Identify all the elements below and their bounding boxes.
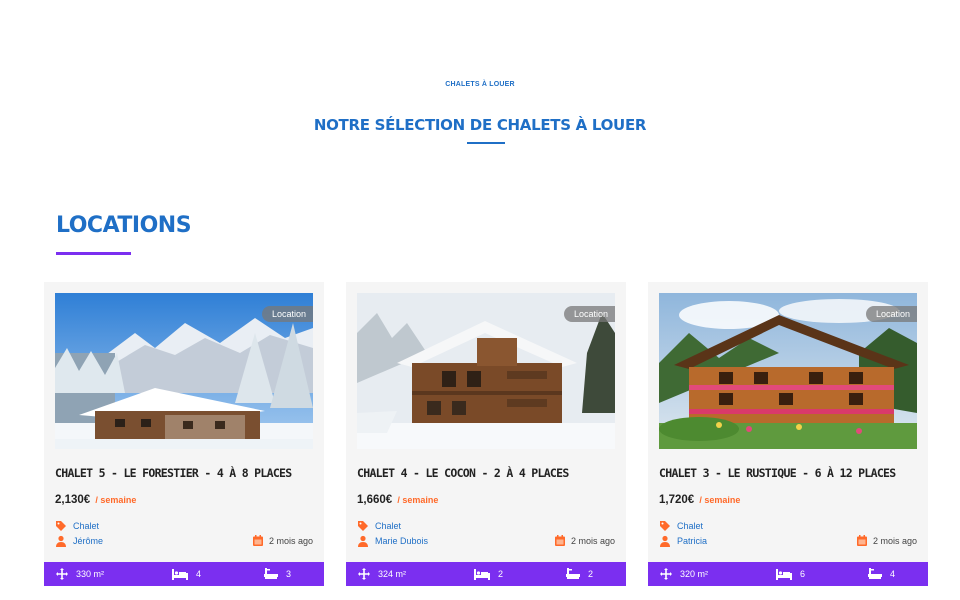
- stats-bar: 330 m² 4 3: [44, 562, 324, 586]
- snowy-chalet-photo[interactable]: Location: [55, 293, 313, 449]
- tag-icon: [357, 520, 369, 532]
- beds-stat: 6: [776, 562, 805, 586]
- baths-value: 2: [588, 569, 594, 579]
- beds-stat: 2: [474, 562, 503, 586]
- calendar-icon: [856, 535, 867, 546]
- bathtub-icon: [868, 568, 882, 580]
- baths-value: 4: [890, 569, 896, 579]
- listing-title[interactable]: CHALET 3 - LE RUSTIQUE - 6 À 12 PLACES: [659, 466, 921, 480]
- area-stat: 320 m²: [660, 562, 708, 586]
- move-arrows-icon: [358, 568, 370, 580]
- category-link[interactable]: Chalet: [659, 520, 703, 532]
- calendar-icon: [252, 535, 263, 546]
- area-stat: 324 m²: [358, 562, 406, 586]
- listing-type-badge: Location: [261, 306, 313, 322]
- title-divider: [467, 142, 505, 144]
- category-label: Chalet: [73, 521, 100, 531]
- listing-card[interactable]: Location CHALET 4 - LE COCON - 2 À 4 PLA…: [346, 282, 626, 586]
- price-amount: 2,130€: [55, 494, 91, 506]
- price: 1,720€ / semaine: [659, 494, 740, 506]
- price-period: / semaine: [397, 495, 439, 505]
- post-date: 2 mois ago: [856, 535, 917, 546]
- beds-value: 4: [196, 569, 202, 579]
- user-icon: [55, 535, 67, 547]
- price-amount: 1,660€: [357, 494, 393, 506]
- post-date: 2 mois ago: [554, 535, 615, 546]
- area-value: 330 m²: [76, 569, 105, 579]
- eyebrow-label: CHALETS À LOUER: [445, 81, 515, 88]
- bed-icon: [474, 568, 490, 580]
- category-label: Chalet: [375, 521, 402, 531]
- price: 2,130€ / semaine: [55, 494, 136, 506]
- summer-chalet-flowers-photo[interactable]: Location: [659, 293, 917, 449]
- baths-stat: 3: [264, 562, 291, 586]
- author-link[interactable]: Jérôme: [55, 535, 103, 547]
- author-name: Marie Dubois: [375, 536, 429, 546]
- date-label: 2 mois ago: [872, 535, 917, 546]
- stats-bar: 324 m² 2 2: [346, 562, 626, 586]
- move-arrows-icon: [56, 568, 68, 580]
- stats-bar: 320 m² 6 4: [648, 562, 928, 586]
- section-title: LOCATIONS: [56, 213, 192, 238]
- section-divider: [56, 252, 131, 255]
- listing-card[interactable]: Location CHALET 3 - LE RUSTIQUE - 6 À 12…: [648, 282, 928, 586]
- beds-stat: 4: [172, 562, 201, 586]
- category-link[interactable]: Chalet: [55, 520, 99, 532]
- baths-stat: 4: [868, 562, 895, 586]
- listing-title[interactable]: CHALET 5 - LE FORESTIER - 4 À 8 PLACES: [55, 466, 317, 480]
- listing-title[interactable]: CHALET 4 - LE COCON - 2 À 4 PLACES: [357, 466, 619, 480]
- bed-icon: [776, 568, 792, 580]
- bathtub-icon: [264, 568, 278, 580]
- user-icon: [659, 535, 671, 547]
- bed-icon: [172, 568, 188, 580]
- wooden-chalet-winter-photo[interactable]: Location: [357, 293, 615, 449]
- user-icon: [357, 535, 369, 547]
- bathtub-icon: [566, 568, 580, 580]
- date-label: 2 mois ago: [268, 535, 313, 546]
- category-label: Chalet: [677, 521, 704, 531]
- area-value: 320 m²: [680, 569, 709, 579]
- listing-type-badge: Location: [865, 306, 917, 322]
- listing-card[interactable]: Location CHALET 5 - LE FORESTIER - 4 À 8…: [44, 282, 324, 586]
- move-arrows-icon: [660, 568, 672, 580]
- beds-value: 2: [498, 569, 504, 579]
- author-name: Jérôme: [73, 536, 104, 546]
- baths-value: 3: [286, 569, 292, 579]
- baths-stat: 2: [566, 562, 593, 586]
- area-stat: 330 m²: [56, 562, 104, 586]
- page-title: NOTRE SÉLECTION DE CHALETS À LOUER: [313, 116, 647, 134]
- beds-value: 6: [800, 569, 806, 579]
- category-link[interactable]: Chalet: [357, 520, 401, 532]
- author-link[interactable]: Patricia: [659, 535, 707, 547]
- listing-type-badge: Location: [563, 306, 615, 322]
- tag-icon: [55, 520, 67, 532]
- post-date: 2 mois ago: [252, 535, 313, 546]
- author-link[interactable]: Marie Dubois: [357, 535, 428, 547]
- price-amount: 1,720€: [659, 494, 695, 506]
- area-value: 324 m²: [378, 569, 407, 579]
- tag-icon: [659, 520, 671, 532]
- price-period: / semaine: [95, 495, 137, 505]
- author-name: Patricia: [677, 536, 708, 546]
- date-label: 2 mois ago: [570, 535, 615, 546]
- price-period: / semaine: [699, 495, 741, 505]
- price: 1,660€ / semaine: [357, 494, 438, 506]
- calendar-icon: [554, 535, 565, 546]
